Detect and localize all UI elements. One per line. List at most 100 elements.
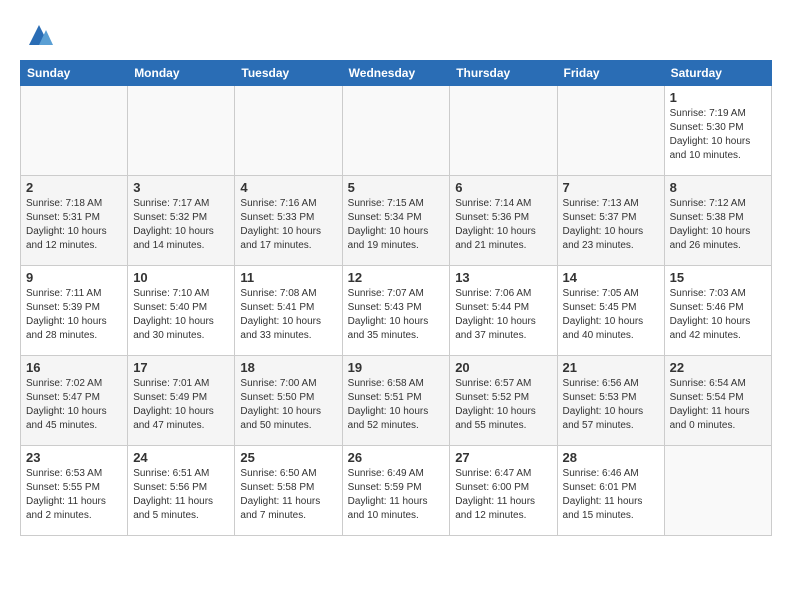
page-header <box>20 20 772 50</box>
day-info: Sunrise: 7:01 AM Sunset: 5:49 PM Dayligh… <box>133 377 229 433</box>
calendar-cell: 13 Sunrise: 7:06 AM Sunset: 5:44 PM Dayli… <box>450 266 557 356</box>
day-info: Sunrise: 6:51 AM Sunset: 5:56 PM Dayligh… <box>133 467 229 523</box>
day-number: 12 <box>348 270 445 285</box>
day-info: Sunrise: 6:54 AM Sunset: 5:54 PM Dayligh… <box>670 377 766 433</box>
day-number: 17 <box>133 360 229 375</box>
day-info: Sunrise: 7:06 AM Sunset: 5:44 PM Dayligh… <box>455 287 551 343</box>
calendar-table: SundayMondayTuesdayWednesdayThursdayFrid… <box>20 60 772 536</box>
calendar-cell: 20 Sunrise: 6:57 AM Sunset: 5:52 PM Dayli… <box>450 356 557 446</box>
calendar-cell: 5 Sunrise: 7:15 AM Sunset: 5:34 PM Daylig… <box>342 176 450 266</box>
day-number: 2 <box>26 180 122 195</box>
day-number: 23 <box>26 450 122 465</box>
calendar-cell: 6 Sunrise: 7:14 AM Sunset: 5:36 PM Daylig… <box>450 176 557 266</box>
day-info: Sunrise: 6:50 AM Sunset: 5:58 PM Dayligh… <box>240 467 336 523</box>
day-number: 18 <box>240 360 336 375</box>
calendar-cell: 23 Sunrise: 6:53 AM Sunset: 5:55 PM Dayli… <box>21 446 128 536</box>
weekday-header: Friday <box>557 61 664 86</box>
day-number: 19 <box>348 360 445 375</box>
day-number: 11 <box>240 270 336 285</box>
calendar-header-row: SundayMondayTuesdayWednesdayThursdayFrid… <box>21 61 772 86</box>
day-info: Sunrise: 6:56 AM Sunset: 5:53 PM Dayligh… <box>563 377 659 433</box>
day-number: 3 <box>133 180 229 195</box>
logo <box>20 20 54 50</box>
weekday-header: Thursday <box>450 61 557 86</box>
day-number: 1 <box>670 90 766 105</box>
calendar-cell <box>664 446 771 536</box>
calendar-cell <box>342 86 450 176</box>
day-info: Sunrise: 7:03 AM Sunset: 5:46 PM Dayligh… <box>670 287 766 343</box>
calendar-cell: 17 Sunrise: 7:01 AM Sunset: 5:49 PM Dayli… <box>128 356 235 446</box>
day-number: 14 <box>563 270 659 285</box>
calendar-cell: 10 Sunrise: 7:10 AM Sunset: 5:40 PM Dayli… <box>128 266 235 356</box>
day-info: Sunrise: 7:17 AM Sunset: 5:32 PM Dayligh… <box>133 197 229 253</box>
weekday-header: Tuesday <box>235 61 342 86</box>
calendar-cell: 18 Sunrise: 7:00 AM Sunset: 5:50 PM Dayli… <box>235 356 342 446</box>
day-info: Sunrise: 6:58 AM Sunset: 5:51 PM Dayligh… <box>348 377 445 433</box>
day-number: 27 <box>455 450 551 465</box>
calendar-cell: 27 Sunrise: 6:47 AM Sunset: 6:00 PM Dayli… <box>450 446 557 536</box>
day-info: Sunrise: 6:53 AM Sunset: 5:55 PM Dayligh… <box>26 467 122 523</box>
calendar-cell <box>235 86 342 176</box>
calendar-cell <box>450 86 557 176</box>
calendar-week-row: 1 Sunrise: 7:19 AM Sunset: 5:30 PM Daylig… <box>21 86 772 176</box>
calendar-cell: 14 Sunrise: 7:05 AM Sunset: 5:45 PM Dayli… <box>557 266 664 356</box>
calendar-week-row: 16 Sunrise: 7:02 AM Sunset: 5:47 PM Dayli… <box>21 356 772 446</box>
day-number: 28 <box>563 450 659 465</box>
calendar-cell: 28 Sunrise: 6:46 AM Sunset: 6:01 PM Dayli… <box>557 446 664 536</box>
calendar-cell: 1 Sunrise: 7:19 AM Sunset: 5:30 PM Daylig… <box>664 86 771 176</box>
calendar-cell: 8Sunrise: 7:12 AM Sunset: 5:38 PM Daylig… <box>664 176 771 266</box>
day-info: Sunrise: 7:02 AM Sunset: 5:47 PM Dayligh… <box>26 377 122 433</box>
calendar-week-row: 2 Sunrise: 7:18 AM Sunset: 5:31 PM Daylig… <box>21 176 772 266</box>
day-info: Sunrise: 6:46 AM Sunset: 6:01 PM Dayligh… <box>563 467 659 523</box>
weekday-header: Wednesday <box>342 61 450 86</box>
day-number: 15 <box>670 270 766 285</box>
day-number: 7 <box>563 180 659 195</box>
day-info: Sunrise: 7:08 AM Sunset: 5:41 PM Dayligh… <box>240 287 336 343</box>
calendar-cell: 12 Sunrise: 7:07 AM Sunset: 5:43 PM Dayli… <box>342 266 450 356</box>
calendar-cell <box>557 86 664 176</box>
day-number: 5 <box>348 180 445 195</box>
day-info: Sunrise: 7:10 AM Sunset: 5:40 PM Dayligh… <box>133 287 229 343</box>
calendar-cell: 22 Sunrise: 6:54 AM Sunset: 5:54 PM Dayli… <box>664 356 771 446</box>
weekday-header: Monday <box>128 61 235 86</box>
day-number: 4 <box>240 180 336 195</box>
day-info: Sunrise: 6:57 AM Sunset: 5:52 PM Dayligh… <box>455 377 551 433</box>
day-info: Sunrise: 7:14 AM Sunset: 5:36 PM Dayligh… <box>455 197 551 253</box>
day-info: Sunrise: 7:19 AM Sunset: 5:30 PM Dayligh… <box>670 107 766 163</box>
day-number: 9 <box>26 270 122 285</box>
calendar-cell: 21 Sunrise: 6:56 AM Sunset: 5:53 PM Dayli… <box>557 356 664 446</box>
day-info: Sunrise: 6:49 AM Sunset: 5:59 PM Dayligh… <box>348 467 445 523</box>
calendar-cell: 2 Sunrise: 7:18 AM Sunset: 5:31 PM Daylig… <box>21 176 128 266</box>
calendar-cell: 11 Sunrise: 7:08 AM Sunset: 5:41 PM Dayli… <box>235 266 342 356</box>
logo-icon <box>24 20 54 50</box>
day-number: 10 <box>133 270 229 285</box>
day-number: 22 <box>670 360 766 375</box>
calendar-cell <box>21 86 128 176</box>
calendar-cell: 15 Sunrise: 7:03 AM Sunset: 5:46 PM Dayli… <box>664 266 771 356</box>
calendar-cell: 26 Sunrise: 6:49 AM Sunset: 5:59 PM Dayli… <box>342 446 450 536</box>
day-info: Sunrise: 6:47 AM Sunset: 6:00 PM Dayligh… <box>455 467 551 523</box>
day-number: 21 <box>563 360 659 375</box>
day-info: Sunrise: 7:05 AM Sunset: 5:45 PM Dayligh… <box>563 287 659 343</box>
day-info: Sunrise: 7:18 AM Sunset: 5:31 PM Dayligh… <box>26 197 122 253</box>
calendar-cell: 25Sunrise: 6:50 AM Sunset: 5:58 PM Dayli… <box>235 446 342 536</box>
calendar-cell: 4Sunrise: 7:16 AM Sunset: 5:33 PM Daylig… <box>235 176 342 266</box>
day-number: 16 <box>26 360 122 375</box>
calendar-cell: 19 Sunrise: 6:58 AM Sunset: 5:51 PM Dayli… <box>342 356 450 446</box>
calendar-week-row: 23 Sunrise: 6:53 AM Sunset: 5:55 PM Dayli… <box>21 446 772 536</box>
weekday-header: Sunday <box>21 61 128 86</box>
day-info: Sunrise: 7:11 AM Sunset: 5:39 PM Dayligh… <box>26 287 122 343</box>
calendar-cell: 9 Sunrise: 7:11 AM Sunset: 5:39 PM Daylig… <box>21 266 128 356</box>
day-info: Sunrise: 7:00 AM Sunset: 5:50 PM Dayligh… <box>240 377 336 433</box>
day-number: 6 <box>455 180 551 195</box>
day-info: Sunrise: 7:12 AM Sunset: 5:38 PM Dayligh… <box>670 197 766 253</box>
day-info: Sunrise: 7:15 AM Sunset: 5:34 PM Dayligh… <box>348 197 445 253</box>
day-info: Sunrise: 7:07 AM Sunset: 5:43 PM Dayligh… <box>348 287 445 343</box>
day-number: 13 <box>455 270 551 285</box>
calendar-week-row: 9 Sunrise: 7:11 AM Sunset: 5:39 PM Daylig… <box>21 266 772 356</box>
calendar-cell: 24Sunrise: 6:51 AM Sunset: 5:56 PM Dayli… <box>128 446 235 536</box>
day-info: Sunrise: 7:13 AM Sunset: 5:37 PM Dayligh… <box>563 197 659 253</box>
day-number: 20 <box>455 360 551 375</box>
day-number: 26 <box>348 450 445 465</box>
weekday-header: Saturday <box>664 61 771 86</box>
